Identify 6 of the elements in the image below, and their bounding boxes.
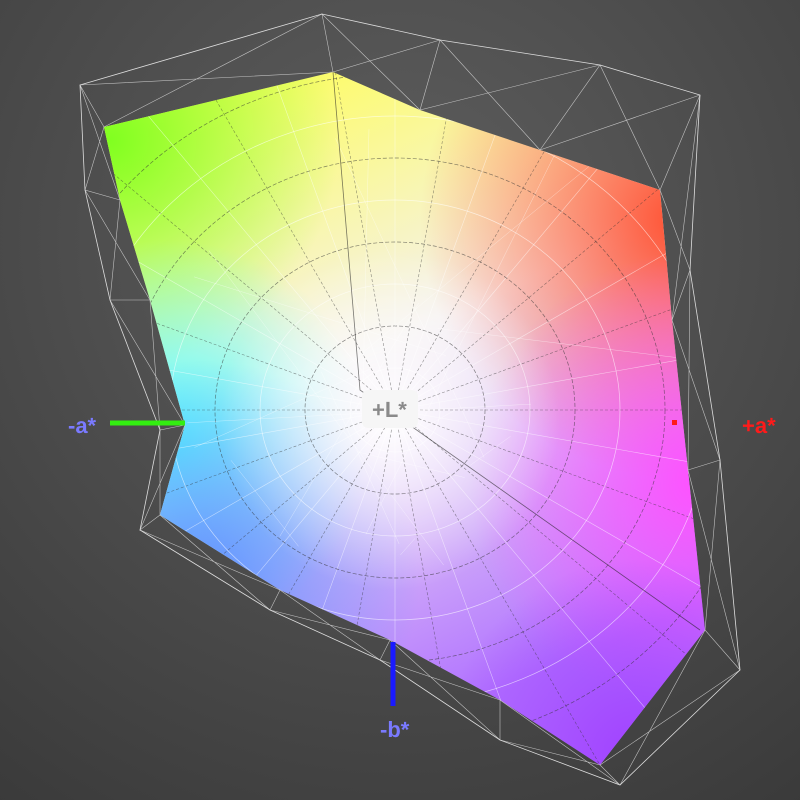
axis-label: -a* <box>68 413 96 438</box>
axis-label: +L* <box>372 397 407 422</box>
axis-line <box>390 642 396 706</box>
axis-label: -b* <box>380 717 410 742</box>
label-background <box>362 390 418 428</box>
axis-label: +a* <box>742 413 776 438</box>
